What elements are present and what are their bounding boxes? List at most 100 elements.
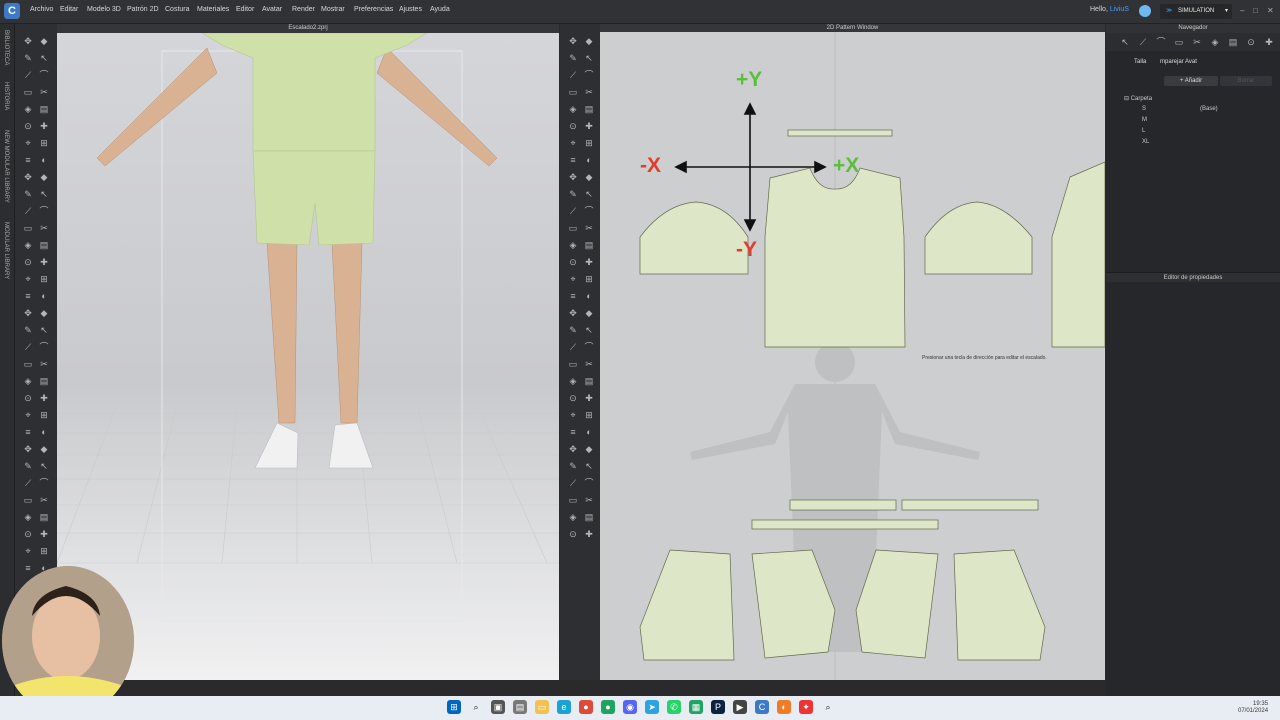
tool-icon[interactable]: ↖ [584,461,594,471]
search-icon[interactable]: ⌕ [469,700,483,714]
tool-icon[interactable]: ◆ [584,172,594,182]
whatsapp-icon[interactable]: ✆ [667,700,681,714]
navigator-tool-icon[interactable]: ✚ [1264,37,1274,47]
tool-icon[interactable]: ✚ [584,257,594,267]
tool-icon[interactable]: ⟋ [23,70,33,80]
navigator-tool-icon[interactable]: ⌒ [1156,37,1166,47]
tool-icon[interactable]: ✎ [568,189,578,199]
user-name[interactable]: LiviuS [1110,6,1129,13]
tool-icon[interactable]: ⊙ [568,529,578,539]
windows-start-icon[interactable]: ⊞ [447,700,461,714]
menu-editar[interactable]: Editar [60,6,78,13]
tool-icon[interactable]: ↖ [584,325,594,335]
tool-icon[interactable]: ◐ [39,155,49,165]
tool-icon[interactable]: ⌖ [23,138,33,148]
tab-historia[interactable]: HISTORIA [3,82,9,110]
widgets-icon[interactable]: ▤ [513,700,527,714]
tool-icon[interactable]: ⊞ [584,274,594,284]
app-icon[interactable]: ✦ [799,700,813,714]
simulation-mode-select[interactable]: ≫ SIMULATION ▾ [1160,4,1232,19]
tool-icon[interactable]: ≡ [23,563,33,573]
tool-icon[interactable]: ✎ [23,189,33,199]
tool-icon[interactable]: ◈ [568,512,578,522]
tool-icon[interactable]: ≡ [23,155,33,165]
tool-icon[interactable]: ⟋ [23,342,33,352]
tool-icon[interactable]: ⊞ [584,410,594,420]
menu-render[interactable]: Render [292,6,315,13]
tool-icon[interactable]: ⊞ [39,138,49,148]
tool-icon[interactable]: ▤ [39,240,49,250]
menu-avatar[interactable]: Avatar [262,6,282,13]
tool-icon[interactable]: ⌒ [584,478,594,488]
tool-icon[interactable]: ▭ [568,87,578,97]
tool-icon[interactable]: ↖ [584,189,594,199]
telegram-icon[interactable]: ➤ [645,700,659,714]
tool-icon[interactable]: ✂ [39,359,49,369]
tree-folder[interactable]: ⊟ Carpeta [1124,95,1152,102]
tool-icon[interactable]: ✎ [23,53,33,63]
tool-icon[interactable]: ▭ [23,495,33,505]
tool-icon[interactable]: ▭ [23,87,33,97]
tool-icon[interactable]: ✥ [23,444,33,454]
tool-icon[interactable]: ⟋ [568,342,578,352]
chrome-icon[interactable]: ● [579,700,593,714]
tool-icon[interactable]: ▭ [23,223,33,233]
viewport-2d-pattern[interactable]: 2D Pattern Window +Y -Y -X +X Presionar … [600,24,1105,680]
tool-icon[interactable]: ◐ [584,155,594,165]
tool-icon[interactable]: ⊙ [23,529,33,539]
tool-icon[interactable]: ↖ [39,189,49,199]
minimize-button[interactable]: – [1240,6,1244,15]
tool-icon[interactable]: ⌒ [584,70,594,80]
tool-icon[interactable]: ✂ [39,87,49,97]
tool-icon[interactable]: ↖ [39,53,49,63]
tab-new-modular-library[interactable]: NEW MODULAR LIBRARY [3,130,9,203]
tool-icon[interactable]: ◈ [23,240,33,250]
tool-icon[interactable]: ↖ [584,53,594,63]
discord-icon[interactable]: ◉ [623,700,637,714]
tool-icon[interactable]: ▭ [568,359,578,369]
tool-icon[interactable]: ◈ [23,104,33,114]
tool-icon[interactable]: ✚ [584,121,594,131]
close-button[interactable]: ✕ [1267,6,1274,15]
tool-icon[interactable]: ⊙ [568,257,578,267]
tool-icon[interactable]: ↖ [39,325,49,335]
tool-icon[interactable]: ▤ [584,512,594,522]
tool-icon[interactable]: ⟋ [23,478,33,488]
tool-icon[interactable]: ✎ [568,325,578,335]
navigator-tool-icon[interactable]: ◈ [1210,37,1220,47]
tab-emparejar-avatar[interactable]: mparejar Avat [1160,59,1197,65]
tab-biblioteca[interactable]: BIBLIOTECA [3,30,9,65]
tool-icon[interactable]: ✥ [568,36,578,46]
tool-icon[interactable]: ✥ [568,308,578,318]
menu-materiales[interactable]: Materiales [197,6,229,13]
tool-icon[interactable]: ◈ [568,376,578,386]
tool-icon[interactable]: ✚ [39,257,49,267]
tool-icon[interactable]: ⟋ [568,70,578,80]
blender-icon[interactable]: ◐ [777,700,791,714]
tool-icon[interactable]: ⌒ [39,70,49,80]
tool-icon[interactable]: ✚ [39,121,49,131]
menu-costura[interactable]: Costura [165,6,190,13]
tool-icon[interactable]: ✥ [23,36,33,46]
tool-icon[interactable]: ✎ [23,325,33,335]
viewport-3d[interactable]: Escalado2.zprj [57,24,559,680]
tree-size-xl[interactable]: XL [1142,139,1149,145]
tool-icon[interactable]: ≡ [568,155,578,165]
tool-icon[interactable]: ⌖ [568,410,578,420]
tool-icon[interactable]: ⌒ [584,206,594,216]
navigator-tool-icon[interactable]: ↖ [1120,37,1130,47]
tool-icon[interactable]: ▤ [584,104,594,114]
tool-icon[interactable]: ▭ [568,223,578,233]
tool-icon[interactable]: ⌒ [39,206,49,216]
menu-ajustes[interactable]: Ajustes [399,6,422,13]
tool-icon[interactable]: ⌖ [23,274,33,284]
tool-icon[interactable]: ◈ [568,104,578,114]
tool-icon[interactable]: ≡ [23,291,33,301]
tool-icon[interactable]: ▭ [23,359,33,369]
tool-icon[interactable]: ▤ [39,104,49,114]
navigator-tool-icon[interactable]: ▭ [1174,37,1184,47]
tool-icon[interactable]: ✥ [23,308,33,318]
delete-size-button[interactable]: Borrar [1220,76,1272,86]
tool-icon[interactable]: ✚ [584,393,594,403]
tab-talla[interactable]: Talla [1134,59,1146,65]
